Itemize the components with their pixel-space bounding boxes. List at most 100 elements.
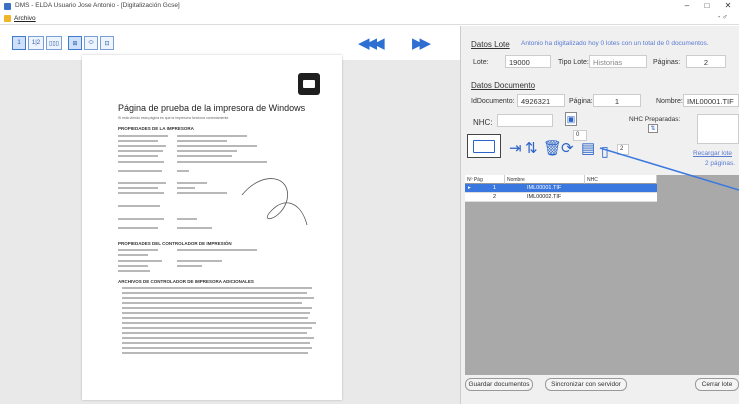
guardar-documentos-button[interactable]: Guardar documentos [465,378,533,391]
text-line [177,187,195,189]
sort-icon[interactable]: ⇅ [525,140,538,158]
lote-header: Datos Lote [471,40,510,49]
text-line [118,161,164,163]
grid-cell-pag: 2 [493,194,497,200]
text-line [118,182,166,184]
text-line [118,218,164,220]
document-page: Página de prueba de la impresora de Wind… [82,55,342,400]
recargar-lote-link[interactable]: Recargar lote [693,150,732,157]
title-bar: DMS - ELDA Usuario Jose Antonio - [Digit… [0,0,739,13]
window-title: DMS - ELDA Usuario Jose Antonio - [Digit… [15,2,180,9]
lote-field[interactable]: 19000 [505,55,551,68]
grid-header-nhc[interactable]: NHC [585,175,657,184]
text-line [118,192,164,194]
save-icon[interactable]: ▣ [565,112,577,126]
text-line [122,322,316,324]
grid-header-nombre[interactable]: Nombre [505,175,585,184]
text-line [118,260,162,262]
text-line [118,205,160,207]
paginas-field: 2 [686,55,726,68]
text-line [122,292,307,294]
text-line [122,332,307,334]
nhc-preparadas-label: NHC Preparadas: [629,116,681,123]
text-line [118,265,148,267]
text-line [177,140,227,142]
fit-page-button[interactable]: ⊞ [68,36,82,50]
sincronizar-button[interactable]: Sincronizar con servidor [545,378,627,391]
table-row[interactable]: 2 IML00002.TIF [465,193,657,202]
printer-icon [298,73,320,95]
grid-cell-nombre: IML00001.TIF [527,185,562,191]
multi-page-view-button[interactable]: ▯▯▯ [46,36,62,50]
nhc-field[interactable] [497,114,553,127]
text-line [118,270,150,272]
insert-icon[interactable]: ⇥ [509,140,522,158]
text-line [122,287,312,289]
nhc-preparadas-icon[interactable]: ⇅ [648,124,658,133]
menu-archivo[interactable]: Archivo [14,15,36,22]
text-line [177,170,189,172]
document-icon[interactable]: ▤ [581,140,595,158]
grid-cell-nombre: IML00002.TIF [527,194,562,200]
document-subtitle: Si está viendo esta página es que la imp… [118,116,230,120]
section-printer-properties: PROPIEDADES DE LA IMPRESORA [118,126,194,131]
section-additional-files: ARCHIVOS DE CONTROLADOR DE IMPRESORA ADI… [118,279,254,284]
text-line [118,187,158,189]
text-line [118,170,162,172]
iddocumento-label: IdDocumento: [471,98,515,105]
text-line [118,150,163,152]
next-page-icon[interactable]: ▶▶ [412,36,431,51]
actual-size-button[interactable]: ⊡ [100,36,114,50]
tipo-lote-select[interactable]: Historias [589,55,647,68]
text-line [118,155,158,157]
page-count-field: 2 [617,144,629,155]
text-line [122,312,310,314]
nhc-preparadas-box [697,114,739,144]
text-line [122,327,312,329]
scanner-icon [473,139,495,153]
text-line [177,145,257,147]
fit-width-button[interactable]: ⬭ [84,36,98,50]
text-line [177,150,237,152]
paginas-info-text: 2 páginas. [705,160,735,167]
text-line [122,352,308,354]
text-line [122,347,312,349]
previous-page-icon[interactable]: ◀◀◀ [358,36,385,51]
blank-page-icon[interactable]: ▯ [601,142,609,160]
text-line [177,227,212,229]
text-line [177,260,222,262]
text-line [177,218,197,220]
single-page-view-button[interactable]: 1 [12,36,26,50]
text-line [118,249,158,251]
text-line [122,297,314,299]
text-line [177,192,227,194]
iddocumento-field: 4926321 [517,94,565,107]
row-indicator-icon: ▸ [468,185,471,191]
text-line [118,254,148,256]
text-line [177,161,267,163]
app-icon [4,3,11,10]
minimize-button[interactable]: – [680,1,694,10]
mdi-controls[interactable]: - ♂ [718,14,728,21]
cerrar-lote-button[interactable]: Cerrar lote [695,378,739,391]
rotate-icon[interactable]: ⟳ [561,140,574,158]
maximize-button[interactable]: □ [700,1,714,10]
text-line [122,307,312,309]
text-line [177,249,257,251]
pagina-field: 1 [593,94,641,107]
scan-button[interactable] [467,134,501,158]
pages-grid[interactable]: Nº Pág Nombre NHC ▸ 1 IML00001.TIF 2 IML… [465,175,657,375]
text-line [122,317,308,319]
paginas-label: Páginas: [653,59,681,66]
two-page-view-button[interactable]: 1|2 [28,36,44,50]
delete-icon[interactable]: 🗑 [543,140,562,158]
text-line [118,135,168,137]
nhc-label: NHC: [473,118,493,127]
pagina-label: Página: [569,98,593,105]
grid-header-pag[interactable]: Nº Pág [465,175,505,184]
table-row[interactable]: ▸ 1 IML00001.TIF [465,184,657,193]
close-button[interactable]: ✕ [721,1,735,10]
text-line [177,182,207,184]
nombre-field: IML00001.TIF [683,94,739,107]
document-title: Página de prueba de la impresora de Wind… [118,103,306,113]
